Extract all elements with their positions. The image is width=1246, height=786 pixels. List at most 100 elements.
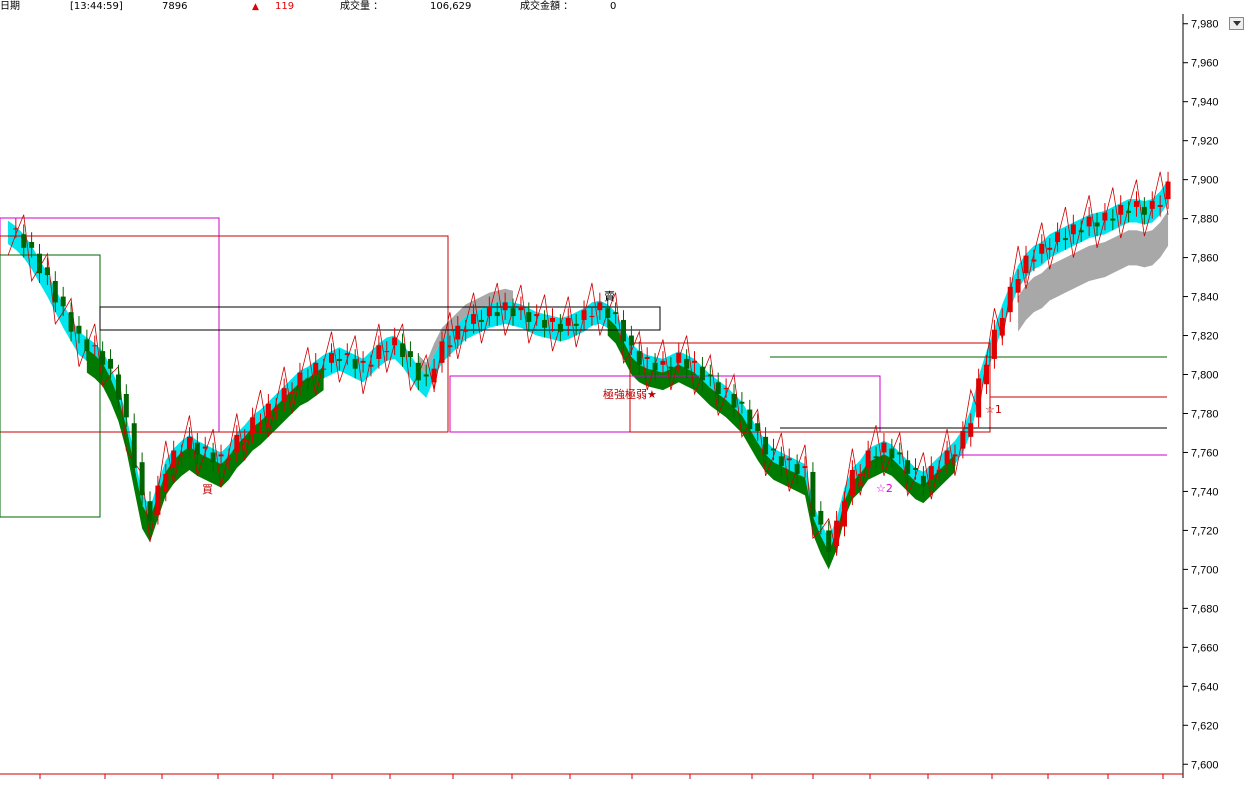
candle-body bbox=[857, 473, 863, 476]
candle-body bbox=[841, 501, 847, 527]
candle-body bbox=[257, 423, 263, 425]
candle-body bbox=[723, 388, 729, 390]
candle-body bbox=[534, 314, 540, 317]
candle-body bbox=[100, 351, 106, 365]
candle-body bbox=[463, 329, 469, 332]
candle-body bbox=[810, 471, 816, 517]
candle-body bbox=[297, 372, 303, 387]
y-tick-label: 7,980 bbox=[1191, 19, 1219, 31]
candlestick-chart[interactable]: 極強極弱★ 賣買 ☆2 ☆1 7,980 7,960 7,940 7,920 7,900 7,8… bbox=[0, 0, 1246, 786]
candle-body bbox=[1157, 204, 1163, 207]
candle-body bbox=[471, 314, 477, 324]
candle-body bbox=[581, 310, 587, 320]
y-tick-label: 7,640 bbox=[1191, 681, 1219, 693]
candle-body bbox=[131, 423, 137, 469]
candle-body bbox=[84, 339, 90, 352]
green-cloud bbox=[607, 318, 955, 570]
y-tick-label: 7,740 bbox=[1191, 486, 1219, 498]
candle-body bbox=[250, 417, 256, 433]
candle-body bbox=[660, 360, 666, 365]
candle-body bbox=[289, 392, 295, 394]
candle-body bbox=[889, 448, 895, 459]
y-tick-label: 7,620 bbox=[1191, 720, 1219, 732]
candle-body bbox=[321, 368, 327, 370]
candle-body bbox=[226, 458, 232, 461]
candle-body bbox=[881, 442, 887, 453]
candle-body bbox=[739, 401, 745, 404]
candle-body bbox=[715, 382, 721, 394]
candle-body bbox=[423, 374, 429, 377]
candle-body bbox=[699, 366, 705, 381]
candle-body bbox=[826, 530, 832, 552]
candle-body bbox=[376, 345, 382, 359]
candle-body bbox=[589, 316, 595, 318]
candle-body bbox=[928, 466, 934, 480]
annotation-label: 賣 bbox=[604, 289, 615, 303]
ichimoku-cloud-layer bbox=[7, 179, 1169, 570]
candle-body bbox=[526, 312, 532, 322]
candle-body bbox=[652, 362, 658, 371]
candle-body bbox=[1133, 201, 1139, 207]
candle-body bbox=[171, 450, 177, 469]
candle-body bbox=[636, 351, 642, 365]
candle-body bbox=[897, 452, 903, 455]
y-tick-label: 7,960 bbox=[1191, 58, 1219, 70]
candle-body bbox=[68, 312, 74, 332]
candle-body bbox=[431, 368, 437, 383]
y-tick-label: 7,680 bbox=[1191, 603, 1219, 615]
candle-body bbox=[60, 296, 66, 307]
candle-body bbox=[573, 323, 579, 326]
candle-body bbox=[234, 434, 240, 453]
candle-body bbox=[999, 318, 1005, 336]
candle-body bbox=[944, 450, 950, 465]
candle-body bbox=[565, 318, 571, 326]
candle-body bbox=[1031, 259, 1037, 262]
candle-body bbox=[1062, 238, 1068, 241]
candle-body bbox=[865, 450, 871, 469]
candles-layer bbox=[13, 171, 1171, 562]
chevron-down-icon[interactable] bbox=[1229, 17, 1244, 30]
candle-body bbox=[613, 312, 619, 315]
candle-body bbox=[1126, 210, 1132, 213]
candle-body bbox=[147, 501, 153, 521]
candle-body bbox=[1141, 206, 1147, 215]
candle-body bbox=[1110, 218, 1116, 221]
y-tick-label: 7,700 bbox=[1191, 564, 1219, 576]
candle-body bbox=[108, 358, 114, 369]
candle-body bbox=[329, 353, 335, 363]
annotation-label: ☆1 bbox=[985, 403, 1002, 416]
candle-body bbox=[692, 360, 698, 363]
candle-body bbox=[439, 341, 445, 363]
candle-body bbox=[281, 388, 287, 402]
candle-body bbox=[818, 510, 824, 525]
candle-body bbox=[115, 374, 121, 400]
candle-body bbox=[991, 329, 997, 359]
candle-body bbox=[186, 436, 192, 449]
candle-body bbox=[486, 306, 492, 317]
candle-body bbox=[13, 228, 19, 230]
candle-body bbox=[1015, 279, 1021, 293]
candle-body bbox=[1007, 286, 1013, 313]
candle-body bbox=[37, 253, 43, 274]
candle-body bbox=[747, 409, 753, 430]
candle-body bbox=[1047, 247, 1053, 250]
candle-body bbox=[770, 448, 776, 451]
candle-body bbox=[628, 335, 634, 346]
candle-body bbox=[755, 423, 761, 432]
y-tick-label: 7,780 bbox=[1191, 408, 1219, 420]
candle-body bbox=[218, 454, 224, 457]
candle-body bbox=[179, 454, 185, 457]
indicator-lines-layer bbox=[0, 171, 1169, 554]
candle-body bbox=[384, 351, 390, 353]
candle-body bbox=[1039, 243, 1045, 254]
candle-body bbox=[360, 360, 366, 363]
candle-body bbox=[920, 475, 926, 486]
candle-body bbox=[968, 423, 974, 437]
y-tick-label: 7,860 bbox=[1191, 253, 1219, 265]
y-tick-label: 7,720 bbox=[1191, 525, 1219, 537]
candle-body bbox=[92, 345, 98, 347]
candle-body bbox=[802, 466, 808, 469]
y-tick-label: 7,760 bbox=[1191, 447, 1219, 459]
y-tick-label: 7,820 bbox=[1191, 331, 1219, 343]
candle-body bbox=[707, 374, 713, 377]
